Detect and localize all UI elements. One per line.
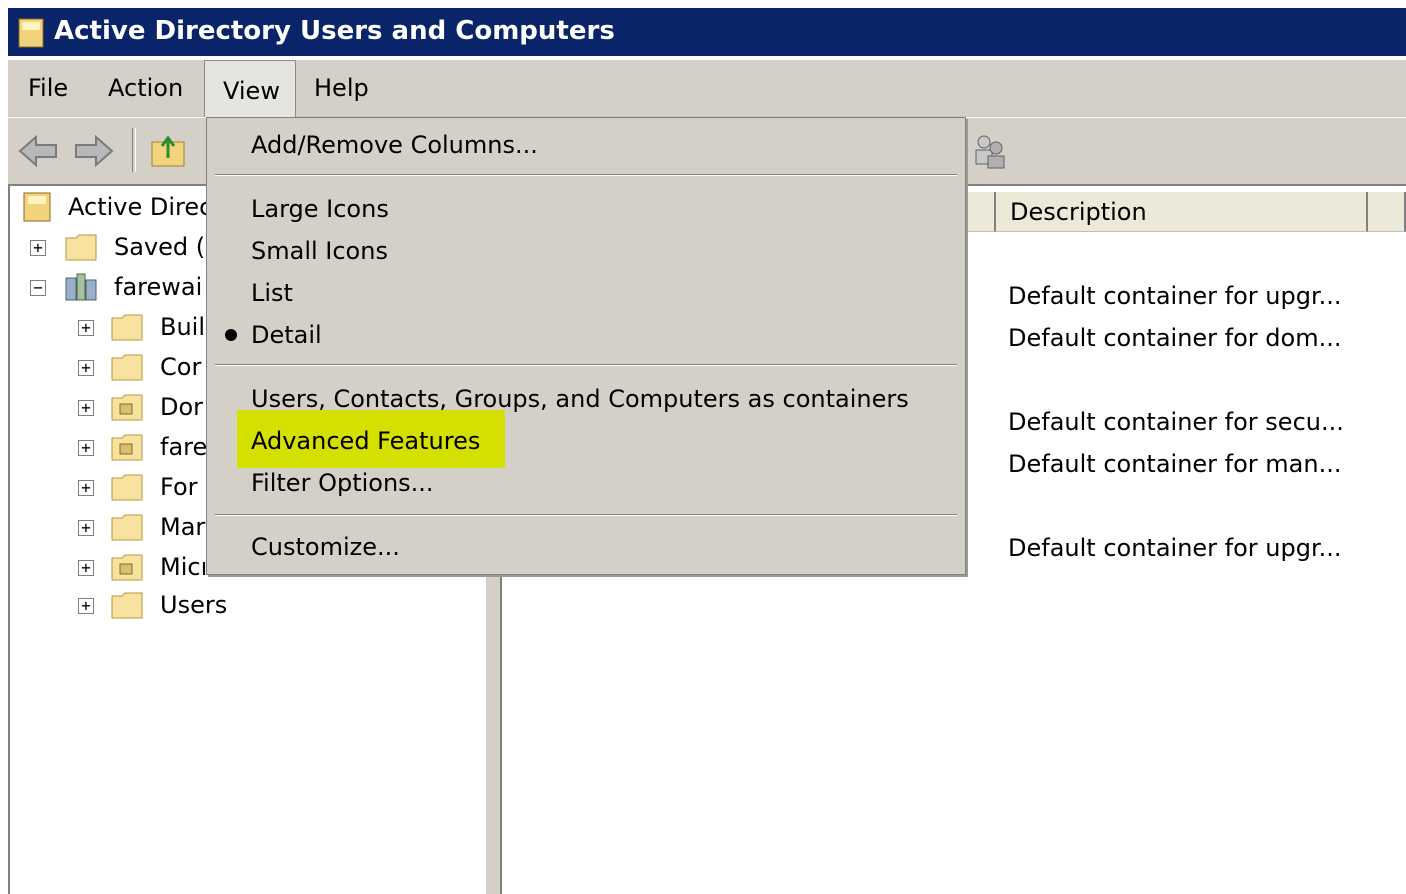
collapse-toggle[interactable]: −	[30, 280, 46, 296]
menu-item-large-icons[interactable]: Large Icons	[251, 190, 389, 228]
expand-toggle[interactable]: +	[78, 400, 94, 416]
menu-item-advanced-features[interactable]: Advanced Features	[251, 422, 480, 460]
tree-label: Buil	[160, 313, 206, 341]
tree-label: Mar	[160, 513, 206, 541]
folder-icon	[111, 514, 143, 541]
expand-toggle[interactable]: +	[78, 560, 94, 576]
toolbar-separator	[132, 128, 136, 172]
expand-toggle[interactable]: +	[78, 440, 94, 456]
tree-label: Users	[160, 591, 228, 619]
users-icon[interactable]	[968, 130, 1012, 170]
ou-folder-icon	[111, 554, 143, 581]
column-header-empty[interactable]	[1368, 192, 1406, 232]
menu-action[interactable]: Action	[108, 72, 183, 104]
menu-separator	[215, 364, 957, 366]
description-cell: Default container for man...	[1008, 450, 1342, 478]
ou-folder-icon	[111, 434, 143, 461]
expand-toggle[interactable]: +	[78, 480, 94, 496]
column-header-label: Description	[1010, 198, 1147, 226]
tree-label: Active Direc	[68, 193, 213, 221]
menu-item-customize[interactable]: Customize...	[251, 528, 400, 566]
menu-bar: File Action View Help	[8, 60, 1406, 118]
expand-toggle[interactable]: +	[30, 240, 46, 256]
selected-bullet-icon	[225, 329, 237, 341]
menu-item-filter-options[interactable]: Filter Options...	[251, 464, 434, 502]
description-cell: Default container for upgr...	[1008, 534, 1342, 562]
column-header-description[interactable]: Description	[996, 192, 1368, 232]
menu-help[interactable]: Help	[314, 72, 369, 104]
tree-label: For	[160, 473, 198, 501]
folder-icon	[111, 474, 143, 501]
expand-toggle[interactable]: +	[78, 598, 94, 614]
ad-console-icon	[23, 192, 51, 222]
menu-file[interactable]: File	[28, 72, 68, 104]
window-title: Active Directory Users and Computers	[54, 16, 615, 46]
menu-view[interactable]: View	[204, 60, 296, 118]
folder-icon	[111, 592, 143, 619]
expand-toggle[interactable]: +	[78, 320, 94, 336]
window-title-bar: Active Directory Users and Computers	[8, 8, 1406, 56]
forward-arrow-icon[interactable]	[74, 134, 114, 168]
menu-item-small-icons[interactable]: Small Icons	[251, 232, 388, 270]
up-folder-icon[interactable]	[150, 132, 186, 168]
view-menu-dropdown: Add/Remove Columns... Large Icons Small …	[206, 117, 966, 575]
folder-icon	[65, 234, 97, 261]
expand-toggle[interactable]: +	[78, 360, 94, 376]
menu-view-label: View	[223, 77, 280, 105]
menu-item-add-remove-columns[interactable]: Add/Remove Columns...	[251, 126, 538, 164]
tree-label: farewai	[114, 273, 203, 301]
description-cell: Default container for upgr...	[1008, 282, 1342, 310]
domain-icon	[65, 273, 97, 301]
expand-toggle[interactable]: +	[78, 520, 94, 536]
ad-console-icon	[18, 18, 44, 48]
menu-separator	[215, 174, 957, 176]
menu-item-list[interactable]: List	[251, 274, 293, 312]
folder-icon	[111, 354, 143, 381]
tree-label: Dor	[160, 393, 204, 421]
tree-label: Cor	[160, 353, 202, 381]
menu-item-detail[interactable]: Detail	[251, 316, 322, 354]
tree-label: fare	[160, 433, 208, 461]
ou-folder-icon	[111, 394, 143, 421]
tree-label: Saved (	[114, 233, 206, 261]
folder-icon	[111, 314, 143, 341]
description-cell: Default container for dom...	[1008, 324, 1342, 352]
description-cell: Default container for secu...	[1008, 408, 1344, 436]
menu-separator	[215, 514, 957, 516]
tree-label: Micı	[160, 553, 208, 581]
back-arrow-icon[interactable]	[18, 134, 58, 168]
